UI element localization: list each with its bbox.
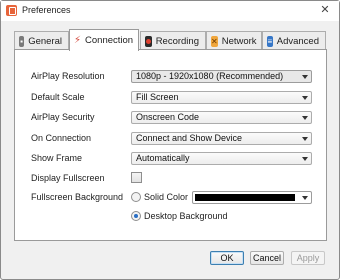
advanced-icon: ≡	[267, 35, 273, 47]
tab-label: Connection	[85, 35, 134, 46]
fullscreen-background-label: Fullscreen Background	[31, 192, 124, 202]
general-icon: ▪	[19, 35, 25, 47]
airplay-security-select[interactable]: Onscreen Code	[131, 111, 312, 124]
solid-color-radio[interactable]	[131, 192, 141, 202]
tab-recording[interactable]: Recording	[140, 31, 206, 50]
tab-advanced[interactable]: ≡ Advanced	[262, 31, 326, 50]
airplay-resolution-label: AirPlay Resolution	[31, 71, 105, 81]
display-fullscreen-label: Display Fullscreen	[31, 173, 105, 183]
apply-button[interactable]: Apply	[291, 251, 325, 265]
display-fullscreen-checkbox[interactable]	[131, 172, 142, 183]
default-scale-value: Fill Screen	[136, 92, 179, 102]
record-icon	[145, 35, 152, 47]
close-button[interactable]: ✕	[315, 3, 335, 18]
chevron-down-icon	[302, 116, 308, 120]
airplay-resolution-select[interactable]: 1080p - 1920x1080 (Recommended)	[131, 70, 312, 83]
airplay-security-label: AirPlay Security	[31, 112, 95, 122]
airplay-resolution-value: 1080p - 1920x1080 (Recommended)	[136, 71, 284, 81]
chevron-down-icon	[302, 157, 308, 161]
on-connection-value: Connect and Show Device	[136, 133, 243, 143]
tab-label: General	[28, 35, 62, 47]
desktop-background-radio[interactable]	[131, 211, 141, 221]
airplay-security-value: Onscreen Code	[136, 112, 200, 122]
color-swatch	[195, 194, 295, 201]
chevron-down-icon	[302, 75, 308, 79]
show-frame-label: Show Frame	[31, 153, 83, 163]
window-title: Preferences	[22, 5, 71, 15]
solid-color-picker[interactable]	[192, 191, 312, 204]
chevron-down-icon	[302, 137, 308, 141]
chevron-down-icon	[302, 196, 308, 200]
preferences-window: Preferences ✕ ▪ General ⚡ Connection Rec…	[0, 0, 340, 280]
connection-icon: ⚡	[74, 35, 82, 46]
title-bar: Preferences ✕	[1, 1, 339, 21]
default-scale-select[interactable]: Fill Screen	[131, 91, 312, 104]
show-frame-value: Automatically	[136, 153, 190, 163]
default-scale-label: Default Scale	[31, 92, 85, 102]
on-connection-select[interactable]: Connect and Show Device	[131, 132, 312, 145]
ok-button[interactable]: OK	[210, 251, 244, 265]
connection-panel: AirPlay Resolution 1080p - 1920x1080 (Re…	[14, 49, 327, 241]
app-icon	[6, 5, 17, 16]
chevron-down-icon	[302, 96, 308, 100]
show-frame-select[interactable]: Automatically	[131, 152, 312, 165]
tab-label: Recording	[155, 35, 199, 47]
tab-label: Advanced	[276, 35, 319, 47]
on-connection-label: On Connection	[31, 133, 92, 143]
cancel-button[interactable]: Cancel	[250, 251, 284, 265]
tab-label: Network	[221, 35, 257, 47]
tab-network[interactable]: ✕ Network	[206, 31, 262, 50]
desktop-background-label: Desktop Background	[144, 211, 228, 221]
tab-general[interactable]: ▪ General	[14, 31, 69, 50]
solid-color-label: Solid Color	[144, 192, 189, 202]
tab-connection[interactable]: ⚡ Connection	[69, 29, 139, 51]
network-icon: ✕	[211, 35, 218, 47]
